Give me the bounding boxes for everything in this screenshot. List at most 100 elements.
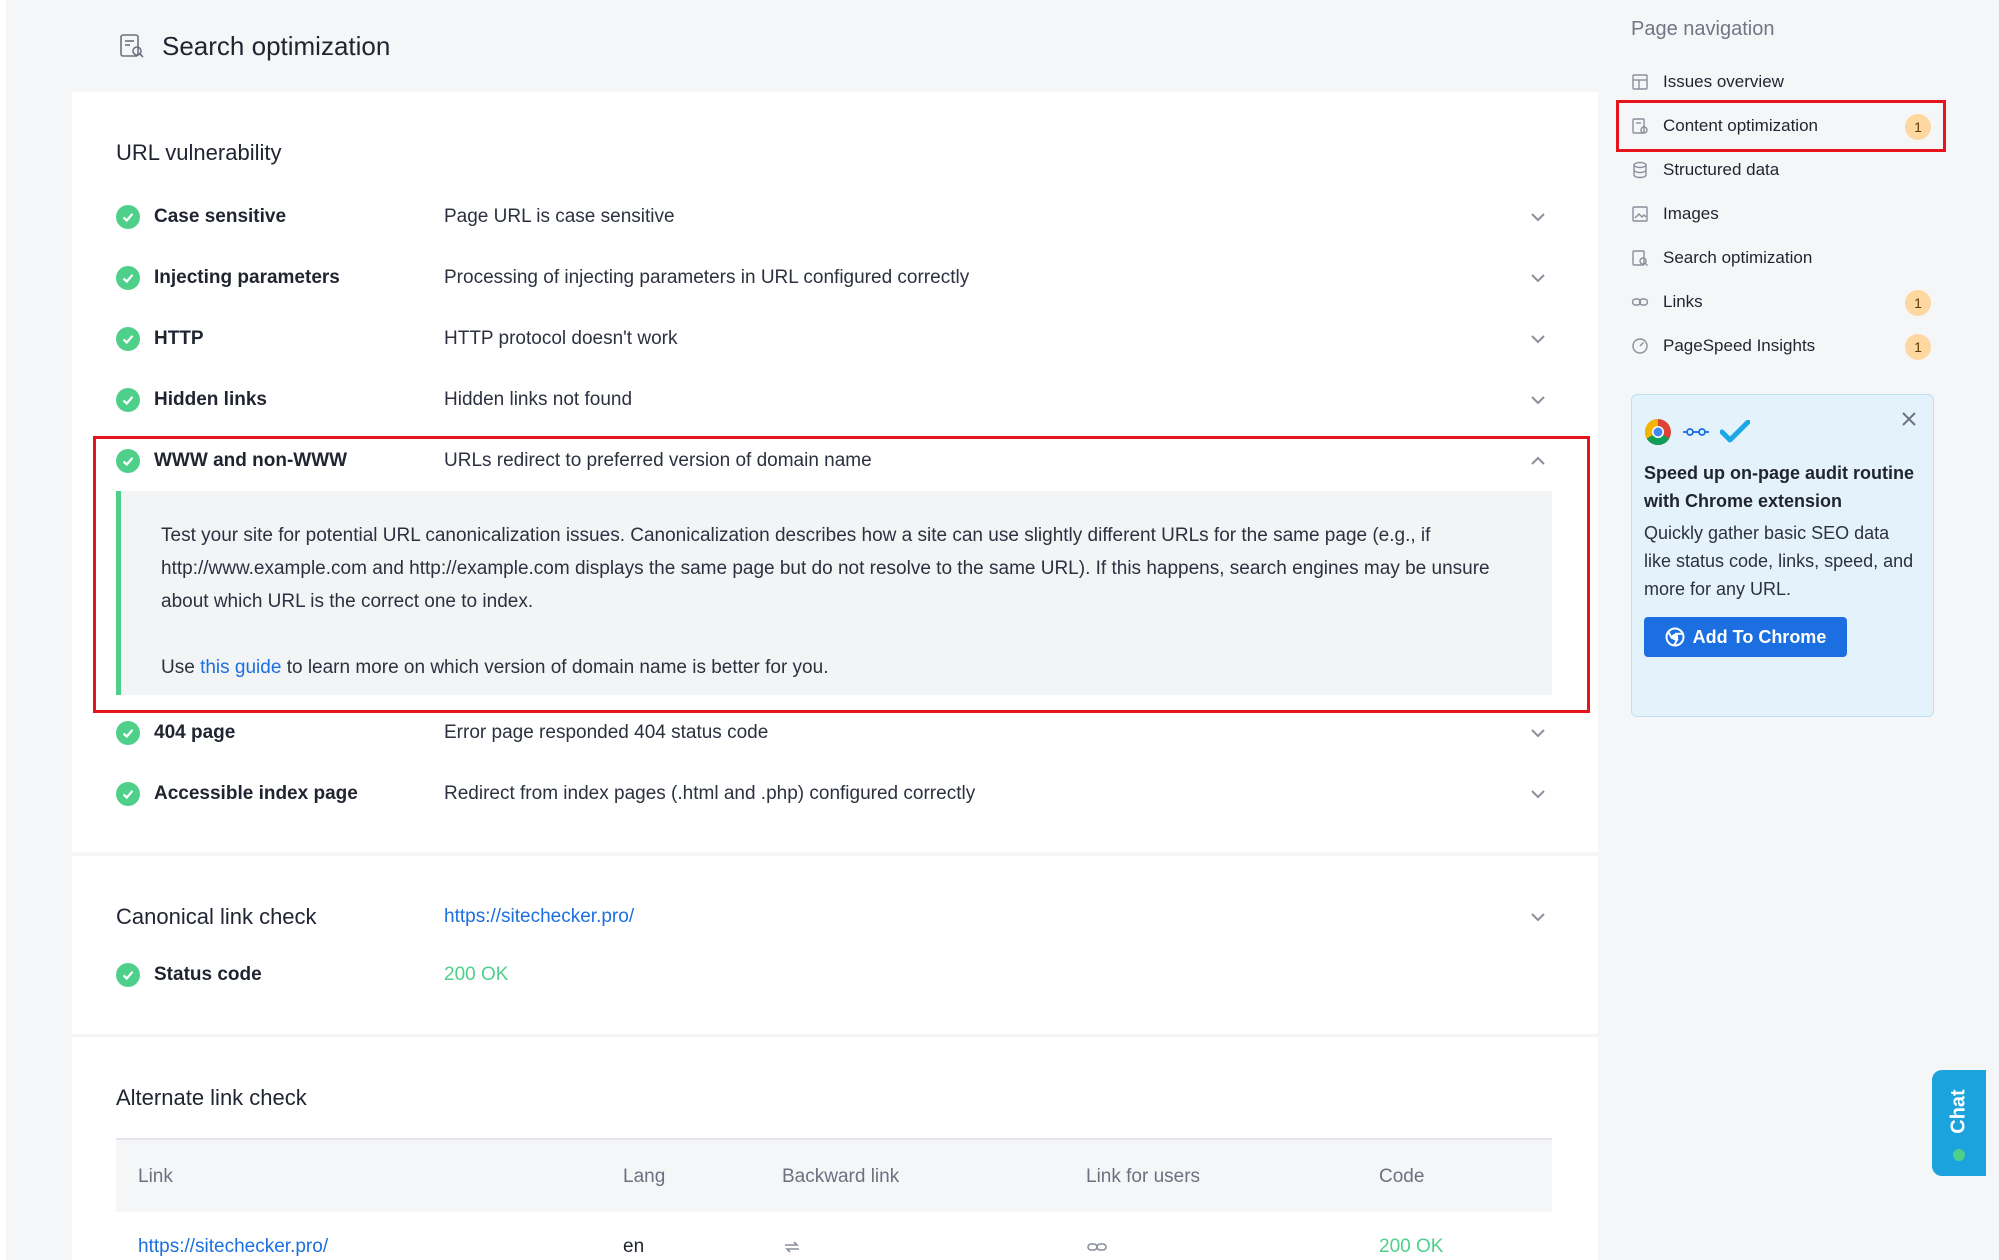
connect-icon [1682, 424, 1710, 440]
chevron-down-icon[interactable] [1528, 723, 1548, 743]
nav-item-structured-data[interactable]: Structured data [1631, 148, 1931, 192]
check-row-404[interactable]: 404 page Error page responded 404 status… [116, 702, 1552, 763]
main-content: Search optimization URL vulnerability Ca… [72, 0, 1598, 1260]
check-icon [116, 448, 140, 473]
canonical-link-card: Canonical link check https://sitechecker… [72, 856, 1598, 1034]
search-optimization-icon [1632, 250, 1648, 266]
chrome-extension-promo: Speed up on-page audit routine with Chro… [1631, 394, 1934, 717]
check-icon [116, 387, 140, 412]
row-desc: Processing of injecting parameters in UR… [444, 266, 970, 288]
chevron-down-icon[interactable] [1528, 784, 1548, 804]
link-icon [1631, 298, 1649, 306]
status-code-value: 200 OK [444, 963, 509, 985]
check-icon [116, 326, 140, 351]
promo-text: Quickly gather basic SEO data like statu… [1644, 523, 1914, 599]
row-desc: URLs redirect to preferred version of do… [444, 449, 872, 471]
nav-item-issues-overview[interactable]: Issues overview [1631, 60, 1931, 104]
check-icon [116, 720, 140, 745]
canonical-url-link[interactable]: https://sitechecker.pro/ [444, 906, 1528, 928]
link-icon [1086, 1212, 1108, 1260]
swap-arrows-icon [782, 1212, 802, 1260]
nav-item-pagespeed-insights[interactable]: PageSpeed Insights 1 [1631, 324, 1931, 368]
content-optimization-icon [1632, 118, 1648, 134]
row-name: Accessible index page [154, 782, 358, 804]
col-backward-link: Backward link [782, 1166, 900, 1187]
check-row-www[interactable]: WWW and non-WWW URLs redirect to preferr… [116, 430, 1552, 491]
nav-heading: Page navigation [1631, 18, 1775, 40]
row-desc: Redirect from index pages (.html and .ph… [444, 782, 976, 804]
chat-button[interactable]: Chat [1932, 1070, 1986, 1176]
speedometer-icon [1632, 338, 1648, 354]
check-icon [116, 962, 140, 987]
page-header: Search optimization [72, 0, 1598, 92]
add-to-chrome-label: Add To Chrome [1692, 626, 1827, 647]
chat-label: Chat [1947, 1088, 1970, 1134]
database-icon [1633, 161, 1647, 179]
check-icon [116, 265, 140, 290]
issue-count-badge: 1 [1905, 290, 1931, 316]
row-desc: Hidden links not found [444, 388, 633, 410]
chevron-up-icon[interactable] [1528, 451, 1548, 471]
nav-label: Content optimization [1663, 116, 1818, 135]
issue-count-badge: 1 [1905, 114, 1931, 140]
col-code: Code [1379, 1166, 1425, 1187]
details-paragraph: Test your site for potential URL canonic… [161, 525, 1490, 612]
issues-overview-icon [1632, 74, 1648, 90]
alt-link[interactable]: https://sitechecker.pro/ [138, 1212, 328, 1260]
check-icon [116, 204, 140, 229]
online-status-dot [1953, 1148, 1965, 1161]
sitechecker-logo-icon [1720, 420, 1750, 444]
image-icon [1632, 206, 1648, 222]
alternate-title: Alternate link check [116, 1085, 307, 1110]
nav-label: Links [1663, 292, 1703, 311]
chevron-down-icon[interactable] [1528, 907, 1548, 927]
nav-item-links[interactable]: Links 1 [1631, 280, 1931, 324]
row-desc: HTTP protocol doesn't work [444, 327, 678, 349]
chevron-down-icon[interactable] [1528, 207, 1548, 227]
chrome-icon [1665, 627, 1685, 647]
chevron-down-icon[interactable] [1528, 329, 1548, 349]
check-row-index-page[interactable]: Accessible index page Redirect from inde… [116, 763, 1552, 824]
chevron-down-icon[interactable] [1528, 268, 1548, 288]
col-link-for-users: Link for users [1086, 1166, 1201, 1187]
guide-prefix: Use [161, 657, 195, 678]
table-row: https://sitechecker.pro/ en 200 OK [116, 1212, 1552, 1260]
row-name: 404 page [154, 721, 236, 743]
search-optimization-icon [120, 34, 144, 58]
row-name: Case sensitive [154, 205, 287, 227]
check-icon [116, 781, 140, 806]
close-icon[interactable] [1899, 409, 1919, 429]
chevron-down-icon[interactable] [1528, 390, 1548, 410]
check-row-http[interactable]: HTTP HTTP protocol doesn't work [116, 308, 1552, 369]
status-code-label: Status code [154, 963, 262, 985]
check-row-injecting-parameters[interactable]: Injecting parameters Processing of injec… [116, 247, 1552, 308]
issue-count-badge: 1 [1905, 334, 1931, 360]
page-title: Search optimization [162, 30, 391, 61]
col-link: Link [138, 1166, 173, 1187]
add-to-chrome-button[interactable]: Add To Chrome [1644, 617, 1847, 657]
url-vulnerability-card: URL vulnerability Case sensitive Page UR… [72, 92, 1598, 852]
promo-title: Speed up on-page audit routine with Chro… [1644, 463, 1914, 511]
alternate-link-card: Alternate link check Link Lang Backward … [72, 1037, 1598, 1260]
nav-label: Issues overview [1663, 72, 1784, 91]
left-strip [0, 0, 6, 1260]
nav-item-content-optimization[interactable]: Content optimization 1 [1631, 104, 1931, 148]
check-row-hidden-links[interactable]: Hidden links Hidden links not found [116, 369, 1552, 430]
nav-label: PageSpeed Insights [1663, 336, 1816, 355]
row-desc: Page URL is case sensitive [444, 205, 675, 227]
www-details-panel: Test your site for potential URL canonic… [116, 491, 1552, 695]
url-vulnerability-title: URL vulnerability [116, 140, 282, 165]
nav-label: Search optimization [1663, 248, 1813, 267]
canonical-title: Canonical link check [116, 903, 317, 929]
nav-item-images[interactable]: Images [1631, 192, 1931, 236]
promo-icons [1644, 417, 1919, 447]
table-header: Link Lang Backward link Link for users C… [116, 1138, 1552, 1212]
check-row-case-sensitive[interactable]: Case sensitive Page URL is case sensitiv… [116, 186, 1552, 247]
nav-label: Images [1663, 204, 1719, 223]
canonical-row[interactable]: Canonical link check https://sitechecker… [116, 886, 1552, 947]
guide-link[interactable]: this guide [200, 657, 281, 678]
nav-label: Structured data [1663, 160, 1780, 179]
row-name: WWW and non-WWW [154, 449, 348, 471]
alt-lang: en [623, 1236, 645, 1257]
nav-item-search-optimization[interactable]: Search optimization [1631, 236, 1931, 280]
